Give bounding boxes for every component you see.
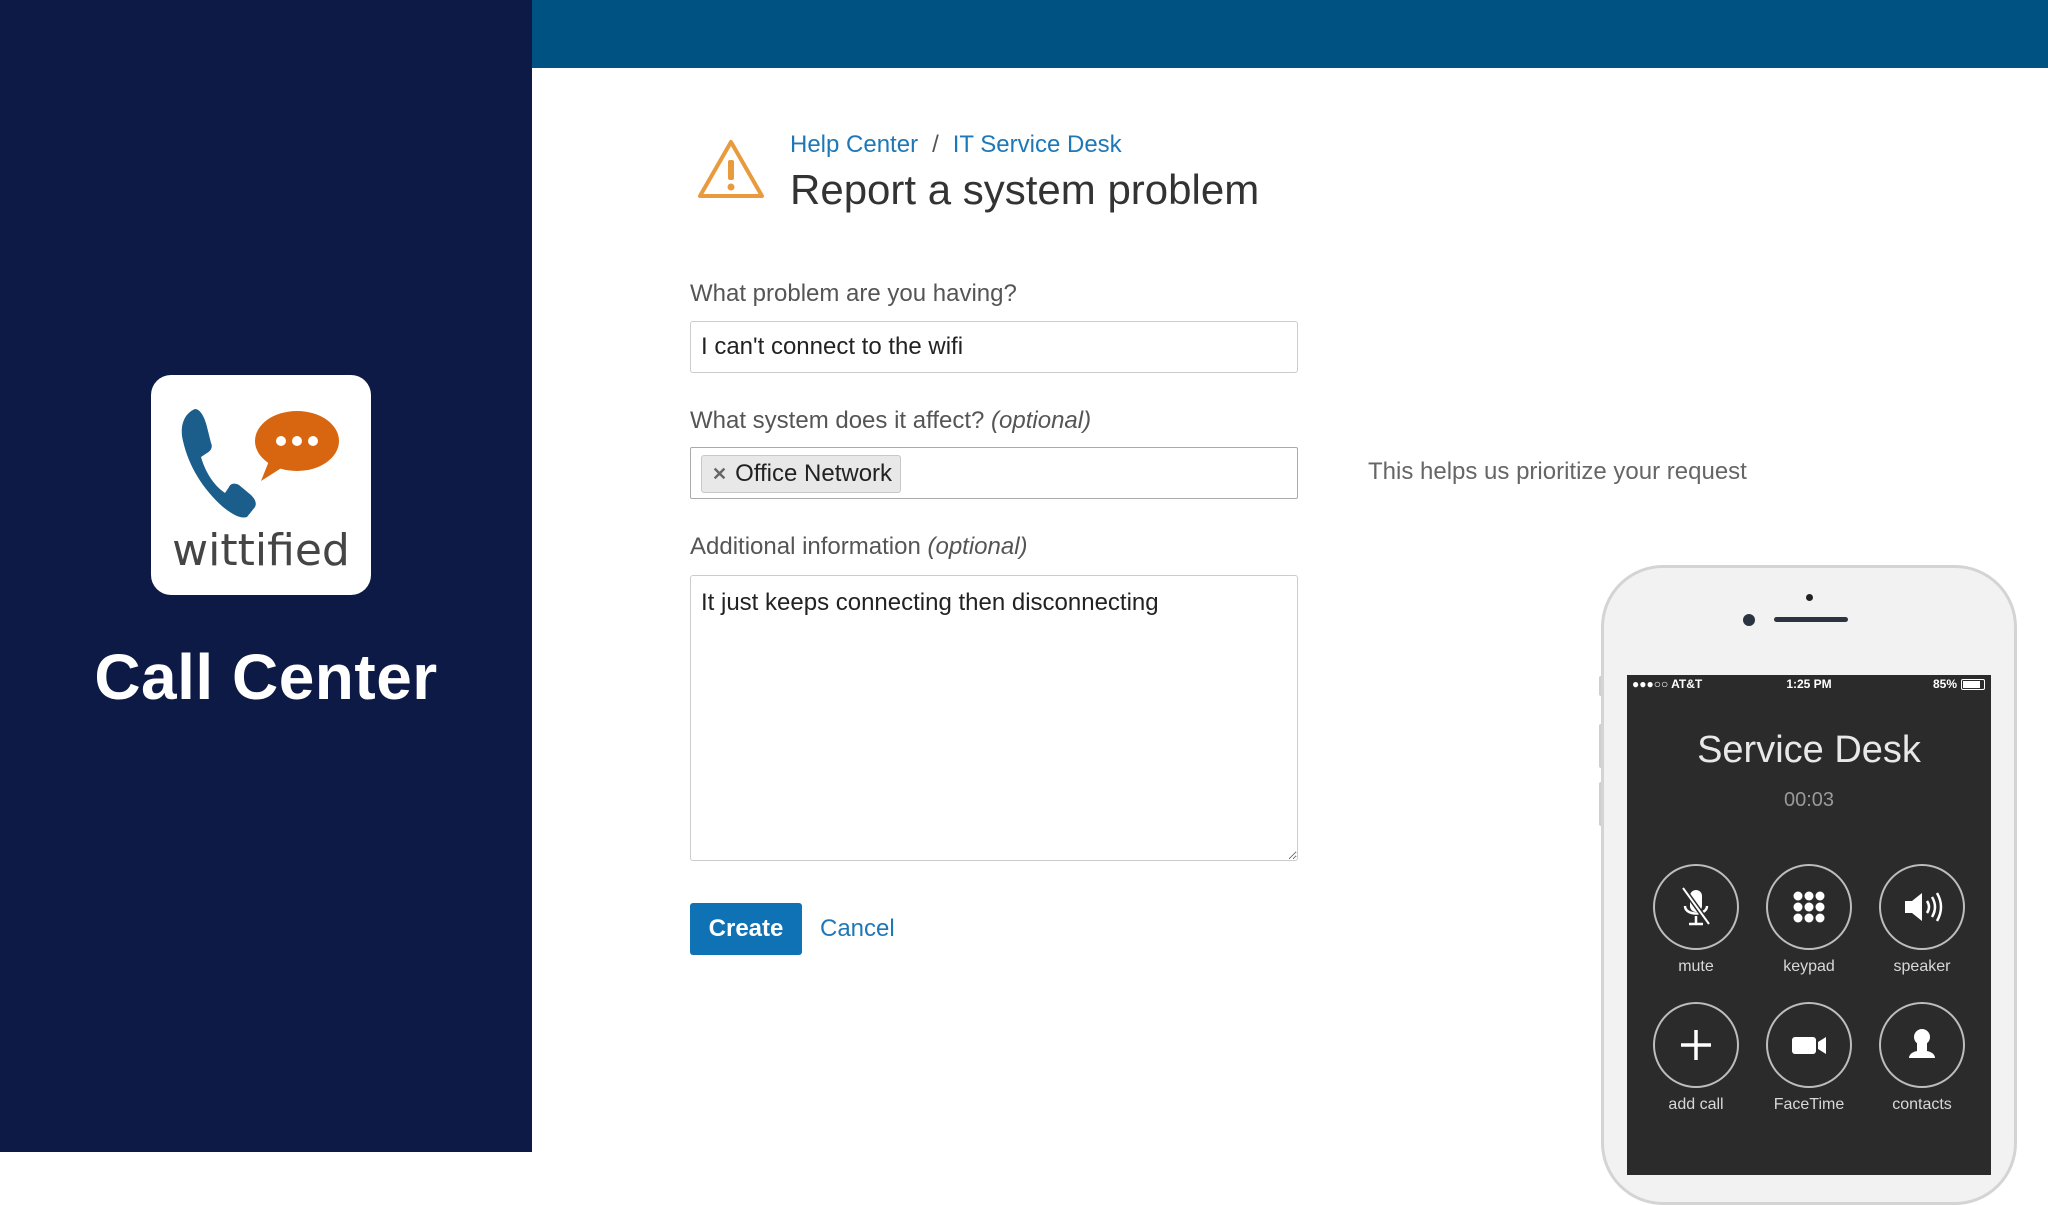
keypad-label: keypad <box>1783 958 1835 975</box>
breadcrumb: Help Center / IT Service Desk <box>790 131 1122 159</box>
battery-icon <box>1961 678 1985 690</box>
phone-earpiece <box>1774 617 1848 622</box>
system-label: What system does it affect? (optional) <box>690 407 1091 435</box>
phone-status-bar: ●●●○○ AT&T 1:25 PM 85% <box>1627 675 1991 693</box>
mute-label: mute <box>1678 958 1714 975</box>
phone-sensor <box>1806 594 1813 601</box>
contacts-label: contacts <box>1892 1096 1952 1113</box>
promo-title: Call Center <box>94 641 438 713</box>
phone-mockup: ●●●○○ AT&T 1:25 PM 85% Service Desk 00:0… <box>1601 565 2017 1205</box>
wittified-logo: wittified <box>151 375 371 595</box>
top-bar <box>532 0 2048 68</box>
selected-tag-office-network: ✕ Office Network <box>701 455 902 493</box>
problem-input[interactable] <box>690 321 1298 373</box>
add-call-button[interactable] <box>1653 1002 1739 1088</box>
problem-label: What problem are you having? <box>690 280 1017 308</box>
facetime-label: FaceTime <box>1773 1096 1845 1113</box>
plus-icon <box>1681 1030 1711 1060</box>
speaker-label: speaker <box>1893 958 1951 975</box>
breadcrumb-separator: / <box>932 131 939 158</box>
contact-person-icon <box>1909 1029 1935 1058</box>
page-title: Report a system problem <box>790 166 1260 213</box>
mute-button[interactable] <box>1653 864 1739 950</box>
additional-label-text: Additional information <box>690 533 921 560</box>
cancel-link[interactable]: Cancel <box>820 915 895 943</box>
tag-label: Office Network <box>735 460 893 487</box>
breadcrumb-it-service-desk[interactable]: IT Service Desk <box>953 131 1122 158</box>
call-timer: 00:03 <box>1783 789 1835 811</box>
create-button[interactable]: Create <box>690 903 802 955</box>
additional-info-textarea[interactable]: It just keeps connecting then disconnect… <box>690 575 1298 861</box>
system-help-text: This helps us prioritize your request <box>1368 458 1747 485</box>
battery-percent: 85% <box>1932 677 1957 691</box>
promo-panel: wittified Call Center <box>0 0 532 1152</box>
system-multi-select[interactable]: ✕ Office Network <box>690 447 1298 499</box>
add-call-label: add call <box>1668 1096 1724 1113</box>
additional-optional-text: (optional) <box>927 533 1028 560</box>
breadcrumb-help-center[interactable]: Help Center <box>790 131 918 158</box>
speaker-icon <box>1905 892 1943 922</box>
caller-name: Service Desk <box>1697 729 1921 771</box>
phone-screen: ●●●○○ AT&T 1:25 PM 85% Service Desk 00:0… <box>1627 675 1991 1175</box>
additional-label: Additional information (optional) <box>690 533 1028 561</box>
video-camera-icon <box>1792 1037 1826 1054</box>
phone-camera <box>1743 614 1755 626</box>
warning-icon <box>696 138 766 207</box>
contacts-button[interactable] <box>1879 1002 1965 1088</box>
system-optional-text: (optional) <box>991 407 1092 434</box>
microphone-muted-icon <box>1680 886 1712 926</box>
problem-label-text: What problem are you having? <box>690 280 1017 307</box>
speaker-button[interactable] <box>1879 864 1965 950</box>
facetime-button[interactable] <box>1766 1002 1852 1088</box>
keypad-icon <box>1793 891 1825 923</box>
logo-wordmark: wittified <box>172 525 350 576</box>
battery-status: 85% <box>1933 677 1985 691</box>
remove-tag-icon[interactable]: ✕ <box>712 464 727 485</box>
keypad-button[interactable] <box>1766 864 1852 950</box>
system-label-text: What system does it affect? <box>690 407 985 434</box>
